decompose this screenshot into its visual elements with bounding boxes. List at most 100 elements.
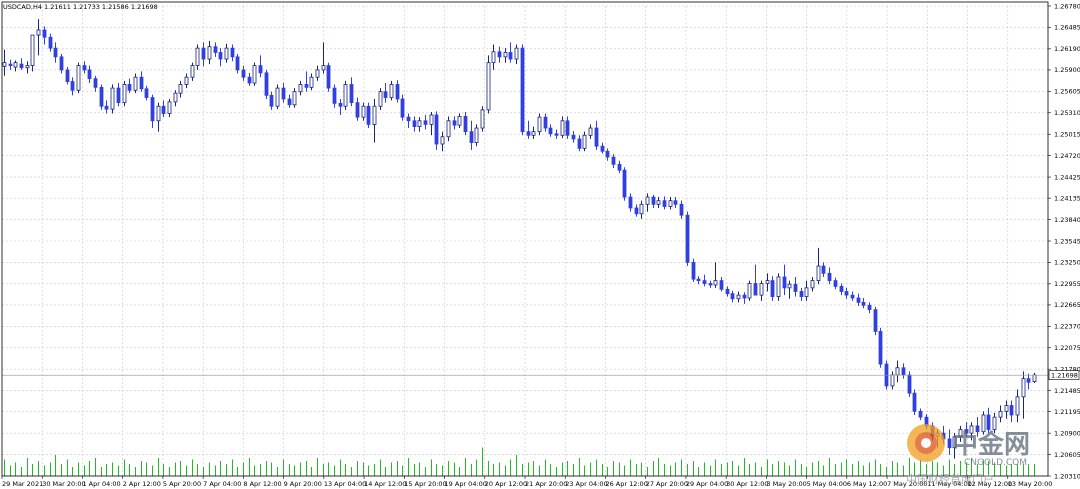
candle-body [343,84,348,107]
candle-body [1032,374,1037,382]
candle-body [207,46,212,60]
last-price-label: 1.21698 [1051,371,1078,379]
candle-body [400,98,405,118]
candle-body [2,62,7,67]
candle-body [708,283,713,286]
y-tick-label: 1.22075 [1054,344,1080,352]
candle-body [782,276,787,289]
candle-body [730,293,735,300]
candle-body [93,78,98,88]
candle-body [406,116,411,122]
candle-body [668,200,673,207]
candle-body [628,196,633,209]
candle-body [349,84,354,104]
candle-body [582,134,587,149]
candle-body [190,65,195,78]
candle-body [304,84,309,88]
candle-body [309,76,314,88]
candle-body [224,47,229,60]
candle-body [799,291,804,297]
candle-body [821,265,826,274]
candle-body [133,76,138,91]
candle-body [861,301,866,306]
candle-body [292,91,297,106]
candle-body [366,105,371,125]
y-tick-label: 1.24720 [1054,152,1080,160]
candle-body [30,34,35,66]
x-tick-label: 13 Apr 04:00 [324,480,366,488]
x-tick-label: 1 Apr 04:00 [82,480,120,488]
candle-body [378,91,383,107]
brand-cn: 中金网 [952,429,1030,460]
candle-body [611,156,616,165]
candle-body [275,87,280,107]
brand-en: CNGOLD.COM [964,458,1027,468]
candle-body [338,102,343,107]
candle-body [770,280,775,297]
candle-body [59,56,64,71]
candle-body [793,283,798,292]
candle-body [645,196,650,205]
candle-body [725,288,730,295]
candle-body [1021,378,1026,398]
candle-body [850,294,855,299]
candle-body [844,291,849,296]
candle-body [446,120,451,138]
x-tick-label: 5 Apr 20:00 [163,480,201,488]
candle-body [173,92,178,103]
candle-body [230,47,235,58]
candle-body [673,200,678,205]
y-tick-label: 1.26190 [1054,45,1080,53]
x-tick-label: 30 Apr 12:00 [726,480,768,488]
y-tick-label: 1.23545 [1054,237,1080,245]
y-tick-label: 1.22370 [1054,323,1080,331]
candle-body [252,65,257,84]
candle-body [361,105,366,118]
candle-body [912,392,917,412]
x-tick-label: 5 May 04:00 [807,480,847,488]
candle-body [503,52,508,58]
candle-body [76,65,81,91]
candle-body [264,72,269,96]
candle-body [605,150,610,158]
candle-body [907,374,912,394]
candle-body [873,309,878,332]
candle-body [600,145,605,152]
candle-body [696,278,701,281]
candle-body [156,105,161,122]
candle-body [895,367,900,376]
candle-body [588,127,593,136]
cngold-watermark: 中金网 CNGOLD.COM 中国财经首席门户 [906,424,1030,486]
x-tick-label: 7 Apr 04:00 [203,480,241,488]
candle-body [691,262,696,280]
candle-body [634,207,639,215]
candle-body [281,87,286,100]
candle-body [594,127,599,147]
y-tick-label: 1.23840 [1054,216,1080,224]
candle-body [656,200,661,205]
x-tick-label: 26 Apr 12:00 [605,480,647,488]
y-tick-label: 1.22665 [1054,301,1080,309]
candle-body [65,69,70,82]
candle-body [816,265,821,281]
candle-body [480,109,485,129]
candle-body [372,105,377,125]
candle-body [776,276,781,297]
x-tick-label: 20 Apr 12:00 [485,480,527,488]
candle-body [127,84,132,91]
candle-body [457,116,462,126]
candle-body [713,280,718,286]
candle-body [167,101,172,114]
candle-body [13,62,18,68]
y-tick-label: 1.26485 [1054,24,1080,32]
candle-body [474,127,479,143]
x-tick-label: 19 Apr 04:00 [445,480,487,488]
candle-body [195,47,200,66]
candle-body [417,120,422,127]
candle-body [577,138,582,149]
candle-body [70,81,75,91]
x-tick-label: 21 Apr 20:00 [525,480,567,488]
candle-body [235,56,240,71]
candle-body [651,196,656,205]
candle-body [890,374,895,387]
